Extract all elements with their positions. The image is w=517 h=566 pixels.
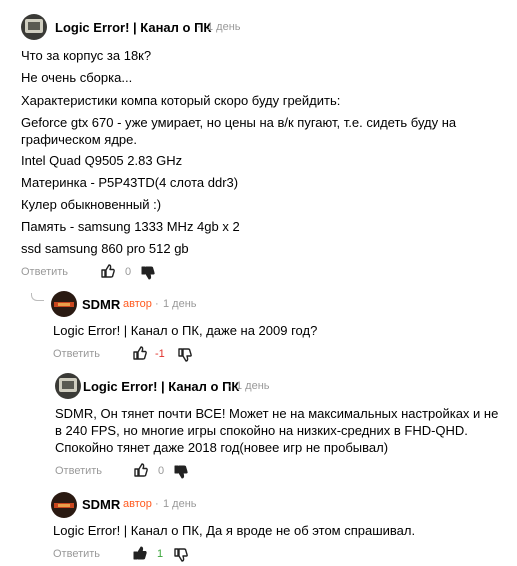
- separator-dot: ·: [197, 21, 201, 33]
- avatar[interactable]: [51, 291, 77, 317]
- vote-count: 1: [157, 548, 164, 560]
- comment-text: Intel Quad Q9505 2.83 GHz: [21, 153, 183, 168]
- thread-line: [31, 293, 44, 301]
- comment-text: Logic Error! | Канал о ПК, Да я вроде не…: [53, 523, 416, 538]
- comment-time[interactable]: 1 день: [163, 298, 197, 310]
- comment-text: Geforce gtx 670 - уже умирает, но цены н…: [21, 115, 457, 147]
- avatar[interactable]: [21, 14, 47, 40]
- vote-count: 0: [125, 266, 132, 278]
- separator-dot: ·: [155, 498, 159, 510]
- comment-time[interactable]: 1 день: [207, 21, 241, 33]
- avatar[interactable]: [51, 492, 77, 518]
- comment-author[interactable]: Logic Error! | Канал о ПК: [83, 379, 239, 394]
- reply-button[interactable]: Ответить: [21, 266, 68, 278]
- author-badge: автор: [123, 498, 152, 510]
- comment-author[interactable]: SDMR: [82, 497, 120, 512]
- comment-text: Что за корпус за 18к?: [21, 48, 152, 63]
- thumbs-down-icon[interactable]: [178, 348, 192, 362]
- thumbs-down-icon[interactable]: [141, 266, 155, 280]
- vote-count: -1: [155, 348, 165, 360]
- thumbs-up-icon[interactable]: [133, 546, 147, 560]
- thumbs-down-icon[interactable]: [174, 548, 188, 562]
- avatar[interactable]: [55, 373, 81, 399]
- comment-text: Память - samsung 1333 MHz 4gb x 2: [21, 219, 240, 234]
- thumbs-up-icon[interactable]: [133, 346, 147, 360]
- vote-count: 0: [158, 465, 165, 477]
- thumbs-down-icon[interactable]: [174, 465, 188, 479]
- comment-text: Logic Error! | Канал о ПК, даже на 2009 …: [53, 323, 318, 338]
- reply-button[interactable]: Ответить: [55, 465, 102, 477]
- comment-text: Не очень сборка...: [21, 70, 133, 85]
- comment-text: Кулер обыкновенный :): [21, 197, 162, 212]
- separator-dot: ·: [155, 298, 159, 310]
- thumbs-up-icon[interactable]: [101, 264, 115, 278]
- comment-text: ssd samsung 860 pro 512 gb: [21, 241, 189, 256]
- reply-button[interactable]: Ответить: [53, 348, 100, 360]
- comment-time[interactable]: 1 день: [163, 498, 197, 510]
- author-badge: автор: [123, 298, 152, 310]
- separator-dot: ·: [228, 380, 232, 392]
- comment-author[interactable]: SDMR: [82, 297, 120, 312]
- comment-time[interactable]: 1 день: [236, 380, 270, 392]
- reply-button[interactable]: Ответить: [53, 548, 100, 560]
- comment-text: Характеристики компа который скоро буду …: [21, 93, 341, 108]
- comment-text: SDMR, Он тянет почти ВСЕ! Может не на ма…: [55, 406, 499, 455]
- comment-author[interactable]: Logic Error! | Канал о ПК: [55, 20, 211, 35]
- thumbs-up-icon[interactable]: [134, 463, 148, 477]
- comment-text: Материнка - P5P43TD(4 слота ddr3): [21, 175, 239, 190]
